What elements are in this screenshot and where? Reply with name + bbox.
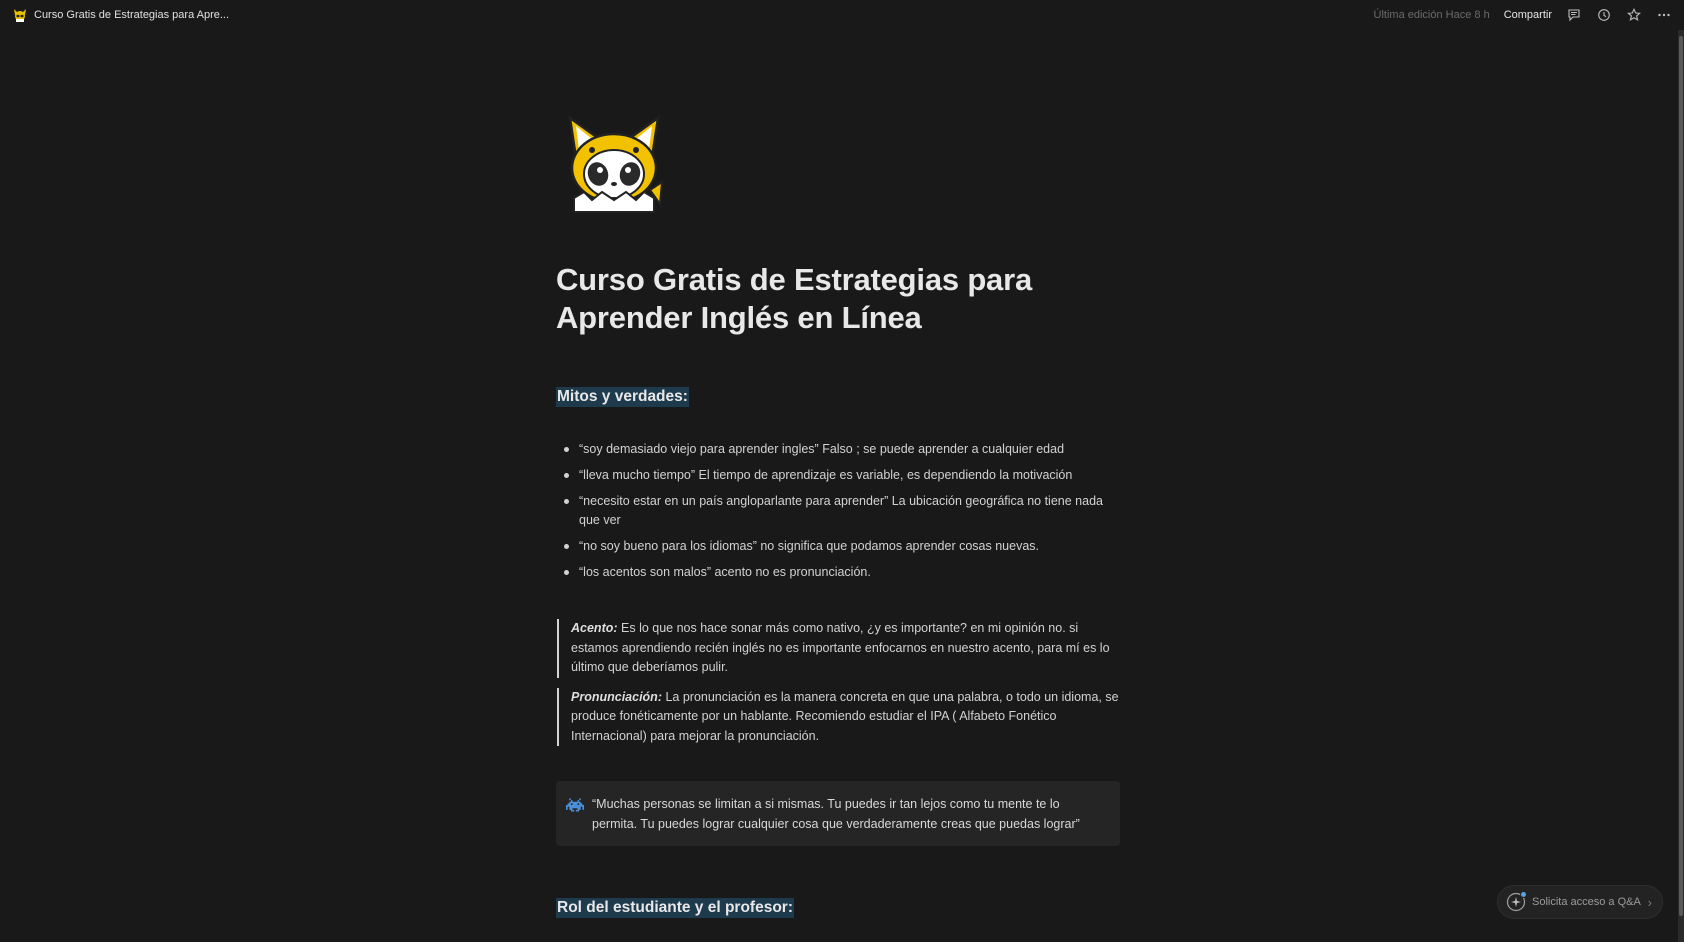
comment-icon[interactable] [1566,7,1582,23]
bullet-dot-icon [564,499,569,504]
list-item-text: “necesito estar en un país angloparlante… [579,494,1103,527]
section-heading-rol[interactable]: Rol del estudiante y el profesor: [556,898,794,918]
bullet-dot-icon [564,570,569,575]
fox-panda-mascot-icon[interactable] [562,112,666,216]
callout-text: “Muchas personas se limitan a si mismas.… [592,797,1080,831]
notification-dot [1520,891,1527,898]
breadcrumb[interactable]: Curso Gratis de Estrategias para Apre... [12,7,229,23]
list-item[interactable]: “necesito estar en un país angloparlante… [556,492,1120,530]
bullet-dot-icon [564,473,569,478]
quote-block-acento[interactable]: Acento: Es lo que nos hace sonar más com… [557,619,1120,678]
myths-list: “soy demasiado viejo para aprender ingle… [556,440,1120,582]
history-icon[interactable] [1596,7,1612,23]
bullet-dot-icon [564,447,569,452]
space-invader-icon [566,798,584,812]
scrollbar-thumb[interactable] [1679,36,1683,916]
list-item[interactable]: “los acentos son malos” acento no es pro… [556,563,1120,582]
share-button[interactable]: Compartir [1504,9,1552,21]
list-item-text: “no soy bueno para los idiomas” no signi… [579,539,1039,553]
qa-access-button[interactable]: Solicita acceso a Q&A › [1497,885,1663,919]
last-edited-label: Última edición Hace 8 h [1373,9,1490,21]
more-icon[interactable] [1656,7,1672,23]
breadcrumb-title[interactable]: Curso Gratis de Estrategias para Apre... [34,9,229,21]
quote-block-pronunciacion[interactable]: Pronunciación: La pronunciación es la ma… [557,687,1120,746]
list-item[interactable]: “lleva mucho tiempo” El tiempo de aprend… [556,466,1120,485]
quote-term: Pronunciación: [571,689,662,704]
list-item[interactable]: “soy demasiado viejo para aprender ingle… [556,440,1120,459]
page-title[interactable]: Curso Gratis de Estrategias para Aprende… [556,261,1120,337]
list-item-text: “lleva mucho tiempo” El tiempo de aprend… [579,468,1073,482]
quote-text: Es lo que nos hace sonar más como nativo… [571,621,1110,674]
list-item-text: “soy demasiado viejo para aprender ingle… [579,442,1065,456]
quote-term: Acento: [571,621,618,635]
list-item[interactable]: “no soy bueno para los idiomas” no signi… [556,537,1120,556]
star-icon[interactable] [1626,7,1642,23]
top-bar: Curso Gratis de Estrategias para Apre...… [0,0,1684,30]
callout-block[interactable]: “Muchas personas se limitan a si mismas.… [556,781,1120,846]
chevron-right-icon: › [1647,894,1652,910]
section-heading-mitos[interactable]: Mitos y verdades: [556,387,689,407]
page-mini-icon [14,9,26,22]
sparkle-icon [1506,891,1527,912]
list-item-text: “los acentos son malos” acento no es pro… [579,565,871,579]
bullet-dot-icon [564,544,569,549]
page-content: Curso Gratis de Estrategias para Aprende… [556,112,1120,918]
qa-button-label: Solicita acceso a Q&A [1532,896,1641,908]
